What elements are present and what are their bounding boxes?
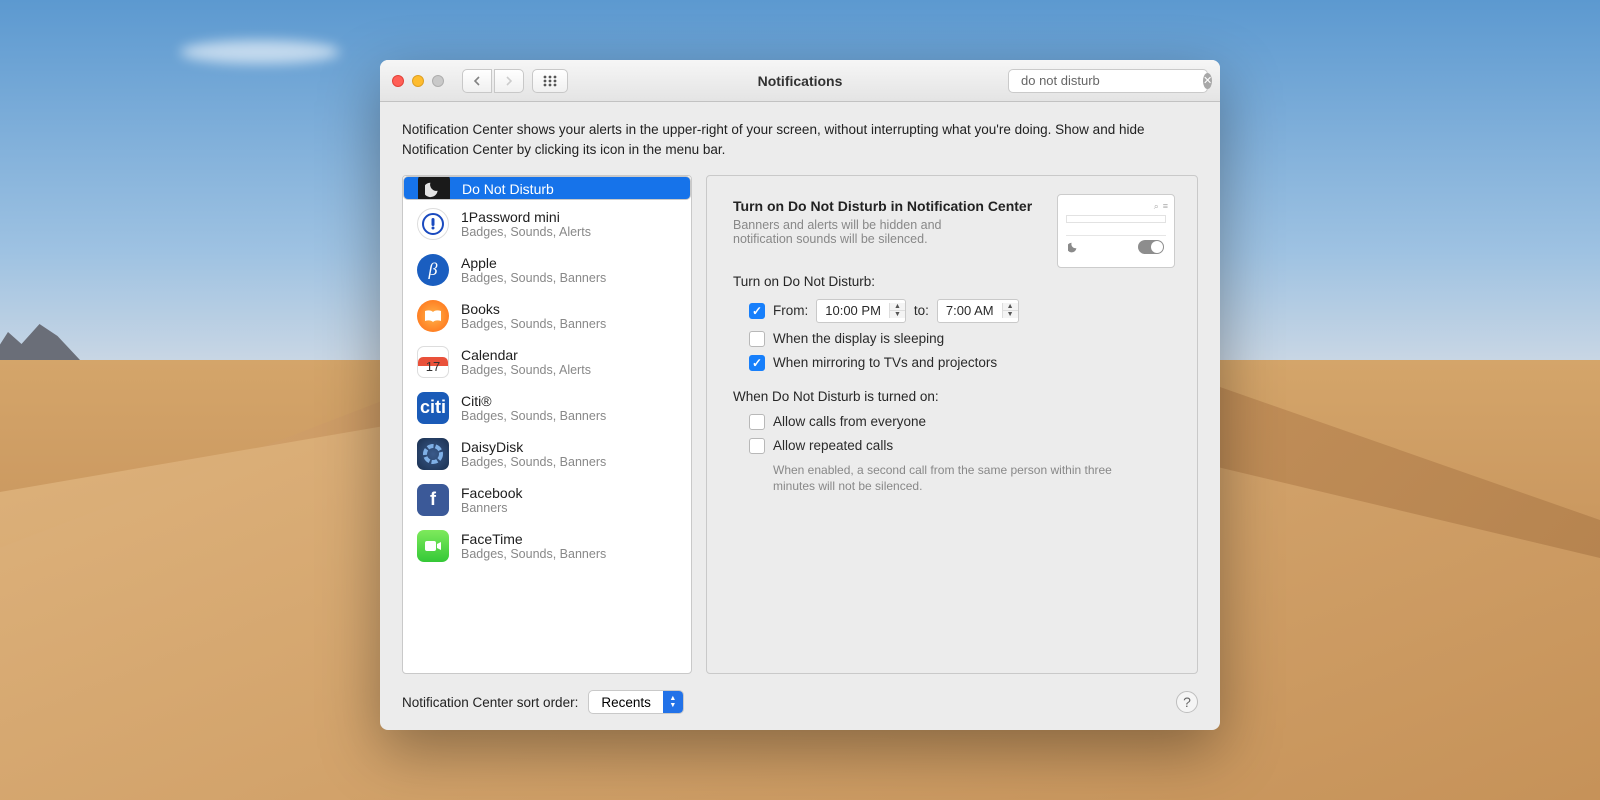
app-list[interactable]: Do Not Disturb 1Password miniBadges, Sou…	[402, 175, 692, 675]
sidebar-item-facebook[interactable]: f FacebookBanners	[403, 476, 691, 522]
list-mini-icon: ≡	[1163, 201, 1168, 212]
sidebar-item-sub: Badges, Sounds, Banners	[461, 409, 606, 423]
sidebar-item-dnd[interactable]: Do Not Disturb	[403, 176, 691, 200]
sidebar-item-citi[interactable]: citi Citi®Badges, Sounds, Banners	[403, 384, 691, 430]
sidebar-item-sub: Badges, Sounds, Banners	[461, 271, 606, 285]
schedule-section: Turn on Do Not Disturb: From: 10:00 PM ▲…	[733, 274, 1171, 371]
clear-search-button[interactable]: ✕	[1203, 73, 1212, 89]
back-button[interactable]	[462, 69, 492, 93]
moon-mini-icon	[1068, 241, 1080, 253]
sidebar-item-label: Apple	[461, 255, 606, 271]
chevron-left-icon	[473, 76, 481, 86]
sidebar-item-daisydisk[interactable]: DaisyDiskBadges, Sounds, Banners	[403, 430, 691, 476]
body: Do Not Disturb 1Password miniBadges, Sou…	[380, 175, 1220, 675]
sidebar-item-1password[interactable]: 1Password miniBadges, Sounds, Alerts	[403, 200, 691, 246]
cloud	[180, 40, 340, 64]
traffic-lights	[392, 75, 444, 87]
sort-order-select[interactable]: Recents ▲▼	[588, 690, 684, 714]
detail-panel: Turn on Do Not Disturb in Notification C…	[706, 175, 1198, 675]
search-field[interactable]: ✕	[1008, 69, 1208, 93]
allow-section: When Do Not Disturb is turned on: Allow …	[733, 389, 1171, 496]
facetime-icon	[417, 530, 449, 562]
search-input[interactable]	[1021, 73, 1197, 88]
description-text: Notification Center shows your alerts in…	[380, 102, 1220, 175]
help-button[interactable]: ?	[1176, 691, 1198, 713]
toggle-mini-icon	[1138, 240, 1164, 254]
sort-label: Notification Center sort order:	[402, 695, 578, 710]
allow-repeated-checkbox[interactable]	[749, 438, 765, 454]
from-time-value: 10:00 PM	[817, 303, 889, 318]
display-sleep-checkbox[interactable]	[749, 331, 765, 347]
sidebar-item-sub: Badges, Sounds, Alerts	[461, 225, 591, 239]
books-icon	[417, 300, 449, 332]
allow-repeated-label: Allow repeated calls	[773, 438, 893, 453]
allow-calls-checkbox[interactable]	[749, 414, 765, 430]
sidebar-item-label: 1Password mini	[461, 209, 591, 225]
to-time-stepper[interactable]: ▲▼	[1002, 303, 1018, 318]
sidebar-item-facetime[interactable]: FaceTimeBadges, Sounds, Banners	[403, 522, 691, 568]
sidebar-item-label: FaceTime	[461, 531, 606, 547]
panel-subheading: Banners and alerts will be hidden and no…	[733, 218, 993, 246]
zoom-button[interactable]	[432, 75, 444, 87]
sidebar-item-label: Facebook	[461, 485, 522, 501]
mirroring-label: When mirroring to TVs and projectors	[773, 355, 997, 370]
sidebar-item-sub: Badges, Sounds, Banners	[461, 317, 606, 331]
calendar-icon: 17	[417, 346, 449, 378]
sidebar-item-label: DaisyDisk	[461, 439, 606, 455]
daisydisk-icon	[417, 438, 449, 470]
preferences-window: Notifications ✕ Notification Center show…	[380, 60, 1220, 730]
sidebar-item-label: Do Not Disturb	[462, 181, 554, 197]
chevron-right-icon	[505, 76, 513, 86]
section-title: Turn on Do Not Disturb:	[733, 274, 1171, 289]
sidebar-item-calendar[interactable]: 17 CalendarBadges, Sounds, Alerts	[403, 338, 691, 384]
mirroring-checkbox[interactable]	[749, 355, 765, 371]
section-title: When Do Not Disturb is turned on:	[733, 389, 1171, 404]
preview-thumbnail: ⌕≡	[1057, 194, 1175, 268]
titlebar: Notifications ✕	[380, 60, 1220, 102]
apple-beta-icon: β	[417, 254, 449, 286]
search-mini-icon: ⌕	[1154, 201, 1159, 212]
show-all-button[interactable]	[532, 69, 568, 93]
repeated-note: When enabled, a second call from the sam…	[733, 462, 1123, 496]
sidebar-item-sub: Badges, Sounds, Banners	[461, 455, 606, 469]
select-arrows-icon: ▲▼	[663, 691, 683, 713]
sidebar-item-sub: Badges, Sounds, Banners	[461, 547, 606, 561]
sort-order-value: Recents	[589, 695, 663, 710]
citi-icon: citi	[417, 392, 449, 424]
sidebar-item-label: Books	[461, 301, 606, 317]
sidebar-item-sub: Badges, Sounds, Alerts	[461, 363, 591, 377]
moon-icon	[418, 176, 450, 200]
from-checkbox[interactable]	[749, 303, 765, 319]
display-sleep-label: When the display is sleeping	[773, 331, 944, 346]
facebook-icon: f	[417, 484, 449, 516]
grid-icon	[543, 75, 557, 87]
from-time-stepper[interactable]: ▲▼	[889, 303, 905, 318]
allow-calls-label: Allow calls from everyone	[773, 414, 926, 429]
from-label: From:	[773, 303, 808, 318]
forward-button[interactable]	[494, 69, 524, 93]
sidebar-item-books[interactable]: BooksBadges, Sounds, Banners	[403, 292, 691, 338]
1password-icon	[417, 208, 449, 240]
sidebar-item-label: Citi®	[461, 393, 606, 409]
from-time-field[interactable]: 10:00 PM ▲▼	[816, 299, 906, 323]
sidebar-item-sub: Banners	[461, 501, 522, 515]
footer: Notification Center sort order: Recents …	[380, 674, 1220, 730]
to-time-field[interactable]: 7:00 AM ▲▼	[937, 299, 1019, 323]
nav-buttons	[462, 69, 524, 93]
to-label: to:	[914, 303, 929, 318]
close-button[interactable]	[392, 75, 404, 87]
sidebar-item-label: Calendar	[461, 347, 591, 363]
minimize-button[interactable]	[412, 75, 424, 87]
to-time-value: 7:00 AM	[938, 303, 1002, 318]
sidebar-item-apple[interactable]: β AppleBadges, Sounds, Banners	[403, 246, 691, 292]
